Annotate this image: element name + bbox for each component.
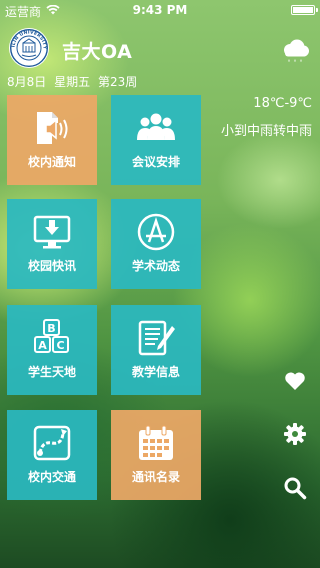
map-route-icon bbox=[33, 425, 71, 461]
tile-student-world[interactable]: B A C 学生天地 bbox=[7, 305, 97, 395]
tile-label: 学术动态 bbox=[131, 259, 180, 273]
weather-temperature: 18℃-9℃ bbox=[253, 96, 312, 111]
weather-description: 小到中雨转中雨 bbox=[220, 124, 312, 139]
svg-text:C: C bbox=[56, 339, 64, 352]
document-pen-icon bbox=[138, 320, 175, 356]
weekday-label: 星期五 bbox=[54, 75, 91, 89]
status-bar: 运营商 9:43 PM bbox=[0, 0, 320, 20]
abc-blocks-icon: B A C bbox=[34, 319, 69, 353]
date-label: 8月8日 bbox=[7, 75, 47, 89]
tile-label: 校内通知 bbox=[27, 155, 76, 169]
tile-label: 通讯名录 bbox=[131, 470, 180, 484]
tile-meeting-schedule[interactable]: 会议安排 bbox=[111, 95, 201, 185]
app-store-a-icon bbox=[137, 213, 175, 251]
tile-campus-notices[interactable]: 校内通知 bbox=[7, 95, 97, 185]
tile-campus-news[interactable]: 校园快讯 bbox=[7, 199, 97, 289]
tile-campus-transport[interactable]: 校内交通 bbox=[7, 410, 97, 500]
meeting-people-icon bbox=[137, 113, 175, 140]
monitor-download-icon bbox=[33, 215, 71, 249]
tile-label: 校园快讯 bbox=[27, 259, 76, 273]
search-icon[interactable] bbox=[283, 476, 307, 500]
tile-academic-news[interactable]: 学术动态 bbox=[111, 199, 201, 289]
gear-icon[interactable] bbox=[283, 422, 307, 446]
announcement-speaker-icon bbox=[37, 112, 68, 144]
tile-label: 会议安排 bbox=[131, 155, 180, 169]
tile-label: 校内交通 bbox=[27, 470, 76, 484]
battery-icon bbox=[291, 5, 318, 15]
week-number-label: 第23周 bbox=[97, 75, 138, 89]
tile-label: 教学信息 bbox=[131, 365, 180, 379]
clock: 9:43 PM bbox=[132, 3, 188, 17]
university-seal-icon: JILIN UNIVERSITY bbox=[8, 27, 49, 68]
svg-text:A: A bbox=[38, 339, 47, 352]
date-row: 8月8日 星期五 第23周 bbox=[7, 73, 137, 90]
tile-teaching-info[interactable]: 教学信息 bbox=[111, 305, 201, 395]
tile-directory[interactable]: 通讯名录 bbox=[111, 410, 201, 500]
app-title: 吉大OA bbox=[62, 41, 133, 63]
rain-cloud-icon bbox=[284, 39, 309, 62]
calendar-contacts-icon bbox=[139, 425, 173, 460]
tile-label: 学生天地 bbox=[27, 365, 76, 379]
heart-icon[interactable] bbox=[283, 369, 307, 393]
svg-text:B: B bbox=[47, 322, 55, 335]
